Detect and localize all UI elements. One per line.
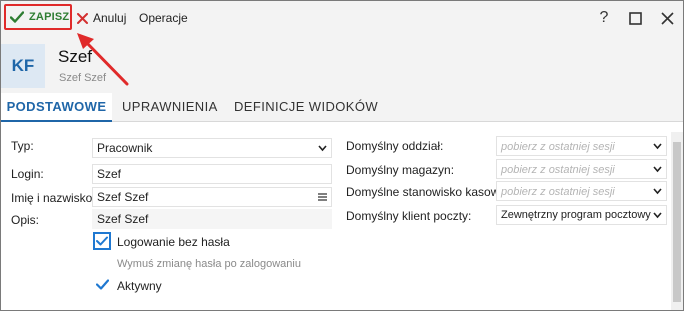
scrollbar-thumb[interactable] <box>673 142 681 302</box>
mail-client-value: Zewnętrzny program pocztowy <box>501 209 651 221</box>
page-title: Szef <box>58 47 93 66</box>
operations-menu[interactable]: Operacje <box>139 9 188 27</box>
tab-bar: PODSTAWOWE UPRAWNIENIA DEFINICJE WIDOKÓW <box>1 93 683 122</box>
force-password-change-label: Wymuś zmianę hasła po zalogowaniu <box>117 258 301 270</box>
chevron-down-icon <box>318 145 327 152</box>
page-subtitle: Szef Szef <box>59 72 107 84</box>
check-icon <box>96 236 108 246</box>
department-placeholder: pobierz z ostatniej sesji <box>501 141 615 153</box>
type-value: Pracownik <box>97 141 153 155</box>
active-label: Aktywny <box>117 279 162 293</box>
record-header: KF Szef Szef Szef <box>1 35 683 93</box>
type-select[interactable]: Pracownik <box>92 138 332 158</box>
question-icon[interactable]: ? <box>595 9 613 27</box>
form-panel: Typ: Pracownik Login: Szef Imię i nazwis… <box>1 122 683 310</box>
window: ZAPISZ Anuluj Operacje ? KF Szef Szef Sz… <box>0 0 684 311</box>
name-value: Szef Szef <box>97 190 149 204</box>
save-button[interactable]: ZAPISZ <box>4 4 72 30</box>
description-field[interactable]: Szef Szef <box>92 209 332 229</box>
cancel-label: Anuluj <box>93 11 127 25</box>
warehouse-placeholder: pobierz z ostatniej sesji <box>501 164 615 176</box>
close-icon[interactable] <box>658 9 676 27</box>
chevron-down-icon <box>653 212 662 219</box>
mail-client-label: Domyślny klient poczty: <box>346 209 472 223</box>
type-label: Typ: <box>11 139 34 153</box>
maximize-icon[interactable] <box>626 9 644 27</box>
name-label: Imię i nazwisko: <box>11 191 96 205</box>
passwordless-label: Logowanie bez hasła <box>117 235 230 249</box>
vertical-scrollbar[interactable] <box>671 132 683 310</box>
cancel-button[interactable]: Anuluj <box>77 9 126 27</box>
check-icon <box>10 10 24 24</box>
cash-station-select[interactable]: pobierz z ostatniej sesji <box>496 181 667 201</box>
avatar: KF <box>1 44 45 88</box>
login-label: Login: <box>11 167 44 181</box>
mail-client-select[interactable]: Zewnętrzny program pocztowy <box>496 205 667 225</box>
hamburger-icon[interactable] <box>318 188 327 211</box>
tab-uprawnienia[interactable]: UPRAWNIENIA <box>122 93 218 121</box>
name-field[interactable]: Szef Szef <box>92 187 332 207</box>
chevron-down-icon <box>653 188 662 195</box>
cash-station-label: Domyślne stanowisko kasowe: <box>346 185 510 199</box>
x-icon <box>77 12 88 24</box>
check-icon <box>95 278 109 290</box>
warehouse-select[interactable]: pobierz z ostatniej sesji <box>496 159 667 179</box>
department-label: Domyślny oddział: <box>346 139 444 153</box>
chevron-down-icon <box>653 166 662 173</box>
passwordless-checkbox[interactable] <box>93 232 111 250</box>
description-label: Opis: <box>11 213 40 227</box>
tab-podstawowe[interactable]: PODSTAWOWE <box>1 93 112 122</box>
chevron-down-icon <box>653 143 662 150</box>
cash-station-placeholder: pobierz z ostatniej sesji <box>501 186 615 198</box>
tab-definicje-widokow[interactable]: DEFINICJE WIDOKÓW <box>234 93 378 121</box>
save-label: ZAPISZ <box>29 11 70 23</box>
toolbar: ZAPISZ Anuluj Operacje ? <box>1 1 683 35</box>
login-field[interactable]: Szef <box>92 164 332 184</box>
active-checkbox[interactable] <box>93 275 111 293</box>
department-select[interactable]: pobierz z ostatniej sesji <box>496 136 667 156</box>
warehouse-label: Domyślny magazyn: <box>346 163 455 177</box>
tab-label: PODSTAWOWE <box>6 99 107 114</box>
